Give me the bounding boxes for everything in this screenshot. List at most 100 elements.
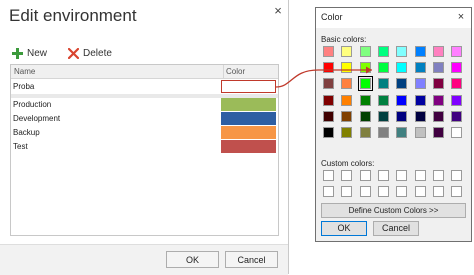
row-name: Proba bbox=[13, 82, 35, 91]
custom-color-cell[interactable] bbox=[396, 186, 408, 197]
custom-color-cell[interactable] bbox=[341, 170, 353, 181]
color-ok-button[interactable]: OK bbox=[321, 221, 367, 236]
custom-color-cell[interactable] bbox=[451, 186, 463, 197]
plus-icon bbox=[12, 47, 23, 59]
color-cancel-button[interactable]: Cancel bbox=[373, 221, 419, 236]
custom-color-cell[interactable] bbox=[432, 170, 444, 181]
custom-color-cell[interactable] bbox=[359, 170, 371, 181]
dialog-footer: OK Cancel bbox=[0, 244, 288, 275]
basic-color-cell[interactable] bbox=[414, 110, 426, 122]
delete-label: Delete bbox=[83, 47, 112, 59]
column-header-color[interactable]: Color bbox=[223, 65, 280, 78]
color-swatch[interactable] bbox=[221, 126, 276, 139]
basic-color-cell[interactable] bbox=[341, 127, 353, 138]
basic-color-cell[interactable] bbox=[414, 94, 426, 106]
table-row[interactable]: Test bbox=[11, 140, 278, 153]
basic-color-cell[interactable] bbox=[396, 46, 408, 57]
basic-color-cell[interactable] bbox=[414, 62, 426, 74]
color-swatch[interactable] bbox=[221, 112, 276, 125]
custom-color-cell[interactable] bbox=[414, 170, 426, 181]
basic-color-cell[interactable] bbox=[359, 94, 371, 106]
custom-color-cell[interactable] bbox=[323, 186, 334, 197]
basic-color-cell[interactable] bbox=[323, 78, 334, 90]
grid-header: Name Color bbox=[11, 65, 278, 79]
cancel-button[interactable]: Cancel bbox=[225, 251, 278, 268]
basic-color-cell[interactable] bbox=[432, 62, 444, 74]
color-swatch[interactable] bbox=[221, 140, 276, 153]
basic-color-cell[interactable] bbox=[451, 78, 463, 90]
basic-color-cell[interactable] bbox=[396, 94, 408, 106]
basic-color-cell[interactable] bbox=[341, 62, 353, 74]
color-swatch[interactable] bbox=[221, 80, 276, 93]
basic-color-cell[interactable] bbox=[414, 127, 426, 138]
table-row[interactable]: Backup bbox=[11, 126, 278, 139]
environment-grid: Name Color Proba Production Development … bbox=[10, 64, 279, 236]
basic-color-cell[interactable] bbox=[451, 62, 463, 74]
basic-color-cell[interactable] bbox=[359, 46, 371, 57]
basic-color-cell[interactable] bbox=[377, 110, 389, 122]
delete-button[interactable]: Delete bbox=[68, 45, 112, 61]
basic-color-cell[interactable] bbox=[377, 62, 389, 74]
basic-color-cell[interactable] bbox=[451, 127, 463, 138]
basic-color-cell[interactable] bbox=[432, 127, 444, 138]
ok-button[interactable]: OK bbox=[166, 251, 219, 268]
new-button[interactable]: New bbox=[12, 45, 47, 61]
basic-color-cell[interactable] bbox=[451, 46, 463, 57]
new-label: New bbox=[27, 47, 48, 59]
basic-color-cell[interactable] bbox=[396, 110, 408, 122]
color-dialog-titlebar: Color × bbox=[316, 8, 471, 28]
color-dialog: Color × Basic colors: Custom colors: Def… bbox=[315, 7, 472, 242]
basic-color-cell[interactable] bbox=[323, 110, 334, 122]
custom-color-cell[interactable] bbox=[414, 186, 426, 197]
basic-color-cell[interactable] bbox=[377, 78, 389, 90]
basic-color-cell[interactable] bbox=[377, 127, 389, 138]
basic-color-cell[interactable] bbox=[396, 62, 408, 74]
custom-color-cell[interactable] bbox=[359, 186, 371, 197]
basic-color-cell[interactable] bbox=[432, 46, 444, 57]
basic-color-cell[interactable] bbox=[432, 78, 444, 90]
custom-color-cell[interactable] bbox=[377, 186, 389, 197]
basic-color-cell[interactable] bbox=[341, 94, 353, 106]
basic-color-cell[interactable] bbox=[323, 127, 334, 138]
basic-color-cell[interactable] bbox=[323, 46, 334, 57]
row-name: Production bbox=[13, 100, 52, 109]
basic-color-cell[interactable] bbox=[341, 110, 353, 122]
custom-color-cell[interactable] bbox=[323, 170, 334, 181]
basic-color-cell[interactable] bbox=[359, 62, 371, 74]
basic-color-cell[interactable] bbox=[432, 94, 444, 106]
color-dialog-title: Color bbox=[321, 12, 343, 22]
custom-color-cell[interactable] bbox=[396, 170, 408, 181]
color-dialog-close-button[interactable]: × bbox=[455, 11, 467, 24]
basic-color-cell[interactable] bbox=[451, 110, 463, 122]
custom-color-cell[interactable] bbox=[341, 186, 353, 197]
custom-color-cell[interactable] bbox=[377, 170, 389, 181]
basic-color-cell[interactable] bbox=[359, 110, 371, 122]
basic-colors-label: Basic colors: bbox=[321, 35, 367, 44]
basic-color-cell[interactable] bbox=[341, 78, 353, 90]
column-header-name[interactable]: Name bbox=[14, 65, 35, 78]
basic-color-cell[interactable] bbox=[323, 62, 334, 74]
custom-color-cell[interactable] bbox=[451, 170, 463, 181]
basic-color-cell[interactable] bbox=[432, 110, 444, 122]
delete-x-icon bbox=[68, 47, 79, 59]
basic-color-cell[interactable] bbox=[396, 78, 408, 90]
color-swatch[interactable] bbox=[221, 98, 276, 111]
table-row[interactable]: Proba bbox=[11, 80, 278, 93]
row-name: Test bbox=[13, 142, 28, 151]
define-custom-colors-button[interactable]: Define Custom Colors >> bbox=[321, 203, 466, 218]
basic-color-cell[interactable] bbox=[451, 94, 463, 106]
basic-color-cell[interactable] bbox=[357, 76, 373, 92]
basic-color-cell[interactable] bbox=[341, 46, 353, 57]
basic-color-cell[interactable] bbox=[414, 78, 426, 90]
basic-color-cell[interactable] bbox=[396, 127, 408, 138]
basic-color-cell[interactable] bbox=[377, 94, 389, 106]
close-button[interactable]: × bbox=[272, 4, 284, 18]
custom-color-cell[interactable] bbox=[432, 186, 444, 197]
table-row[interactable]: Development bbox=[11, 112, 278, 125]
basic-color-cell[interactable] bbox=[414, 46, 426, 57]
basic-color-cell[interactable] bbox=[359, 127, 371, 138]
table-row[interactable]: Production bbox=[11, 98, 278, 111]
custom-colors-label: Custom colors: bbox=[321, 159, 375, 168]
basic-color-cell[interactable] bbox=[377, 46, 389, 57]
basic-color-cell[interactable] bbox=[323, 94, 334, 106]
